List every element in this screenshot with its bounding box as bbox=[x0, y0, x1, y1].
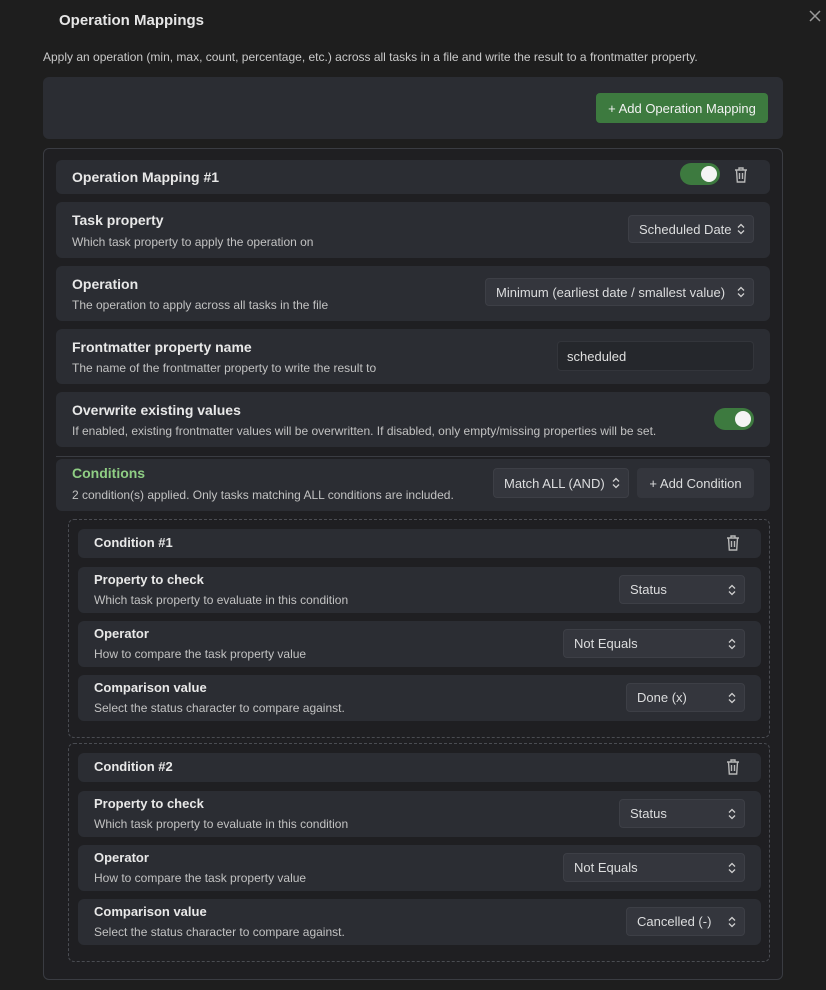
condition-property-label: Property to check bbox=[94, 572, 204, 587]
overwrite-row: Overwrite existing values If enabled, ex… bbox=[56, 392, 770, 447]
trash-icon[interactable] bbox=[725, 534, 741, 551]
add-condition-button[interactable]: + Add Condition bbox=[637, 468, 754, 498]
condition-property-row: Property to check Which task property to… bbox=[78, 567, 761, 613]
overwrite-label: Overwrite existing values bbox=[72, 402, 241, 418]
add-mapping-bar: + Add Operation Mapping bbox=[43, 77, 783, 139]
condition-property-value: Status bbox=[630, 806, 667, 821]
condition-comparison-select[interactable]: Cancelled (-) bbox=[626, 907, 745, 936]
condition-operator-select[interactable]: Not Equals bbox=[563, 629, 745, 658]
match-mode-select[interactable]: Match ALL (AND) bbox=[493, 468, 629, 498]
condition-operator-value: Not Equals bbox=[574, 860, 638, 875]
mapping-title: Operation Mapping #1 bbox=[72, 169, 220, 185]
chevron-updown-icon bbox=[728, 916, 736, 927]
operation-desc: The operation to apply across all tasks … bbox=[72, 298, 329, 312]
condition-operator-row: Operator How to compare the task propert… bbox=[78, 621, 761, 667]
conditions-header: Conditions 2 condition(s) applied. Only … bbox=[56, 459, 770, 511]
frontmatter-desc: The name of the frontmatter property to … bbox=[72, 361, 377, 375]
condition-header: Condition #2 bbox=[78, 753, 761, 782]
chevron-updown-icon bbox=[728, 638, 736, 649]
condition-card: Condition #2 Property to check Which tas… bbox=[68, 743, 770, 962]
condition-property-label: Property to check bbox=[94, 796, 204, 811]
operation-label: Operation bbox=[72, 276, 139, 292]
conditions-title: Conditions bbox=[72, 465, 146, 481]
condition-comparison-row: Comparison value Select the status chara… bbox=[78, 899, 761, 945]
task-property-value: Scheduled Date bbox=[639, 221, 732, 237]
condition-comparison-value: Cancelled (-) bbox=[637, 914, 712, 929]
chevron-updown-icon bbox=[612, 477, 620, 489]
divider bbox=[56, 456, 770, 457]
chevron-updown-icon bbox=[737, 286, 745, 298]
frontmatter-row: Frontmatter property name The name of th… bbox=[56, 329, 770, 384]
condition-property-desc: Which task property to evaluate in this … bbox=[94, 817, 349, 831]
condition-property-value: Status bbox=[630, 582, 667, 597]
modal-title: Operation Mappings bbox=[59, 12, 205, 29]
condition-property-row: Property to check Which task property to… bbox=[78, 791, 761, 837]
overwrite-desc: If enabled, existing frontmatter values … bbox=[72, 424, 657, 438]
condition-property-desc: Which task property to evaluate in this … bbox=[94, 593, 349, 607]
operation-value: Minimum (earliest date / smallest value) bbox=[496, 284, 726, 300]
condition-comparison-label: Comparison value bbox=[94, 680, 207, 695]
toggle-knob bbox=[701, 166, 717, 182]
modal-description: Apply an operation (min, max, count, per… bbox=[43, 50, 698, 64]
condition-operator-row: Operator How to compare the task propert… bbox=[78, 845, 761, 891]
mapping-header: Operation Mapping #1 bbox=[56, 160, 770, 194]
condition-comparison-desc: Select the status character to compare a… bbox=[94, 701, 345, 715]
task-property-row: Task property Which task property to app… bbox=[56, 202, 770, 258]
condition-operator-value: Not Equals bbox=[574, 636, 638, 651]
condition-comparison-value: Done (x) bbox=[637, 690, 687, 705]
match-mode-value: Match ALL (AND) bbox=[504, 475, 605, 491]
chevron-updown-icon bbox=[737, 223, 745, 235]
add-operation-mapping-button[interactable]: + Add Operation Mapping bbox=[596, 93, 768, 123]
conditions-desc: 2 condition(s) applied. Only tasks match… bbox=[72, 488, 454, 502]
task-property-select[interactable]: Scheduled Date bbox=[628, 215, 754, 243]
condition-property-select[interactable]: Status bbox=[619, 799, 745, 828]
condition-comparison-desc: Select the status character to compare a… bbox=[94, 925, 345, 939]
condition-operator-label: Operator bbox=[94, 626, 149, 641]
task-property-label: Task property bbox=[72, 212, 164, 228]
operation-mapping-card: Operation Mapping #1 Task property Which… bbox=[43, 148, 783, 980]
mapping-enabled-toggle[interactable] bbox=[680, 163, 720, 185]
condition-comparison-label: Comparison value bbox=[94, 904, 207, 919]
trash-icon[interactable] bbox=[733, 166, 749, 183]
chevron-updown-icon bbox=[728, 584, 736, 595]
operation-select[interactable]: Minimum (earliest date / smallest value) bbox=[485, 278, 754, 306]
chevron-updown-icon bbox=[728, 692, 736, 703]
operation-row: Operation The operation to apply across … bbox=[56, 266, 770, 321]
frontmatter-input[interactable]: scheduled bbox=[557, 341, 754, 371]
condition-comparison-select[interactable]: Done (x) bbox=[626, 683, 745, 712]
condition-operator-desc: How to compare the task property value bbox=[94, 871, 307, 885]
condition-title: Condition #1 bbox=[94, 535, 173, 550]
trash-icon[interactable] bbox=[725, 758, 741, 775]
condition-comparison-row: Comparison value Select the status chara… bbox=[78, 675, 761, 721]
condition-card: Condition #1 Property to check Which tas… bbox=[68, 519, 770, 738]
overwrite-toggle[interactable] bbox=[714, 408, 754, 430]
task-property-desc: Which task property to apply the operati… bbox=[72, 235, 314, 249]
condition-operator-label: Operator bbox=[94, 850, 149, 865]
toggle-knob bbox=[735, 411, 751, 427]
close-icon[interactable] bbox=[806, 8, 824, 26]
chevron-updown-icon bbox=[728, 862, 736, 873]
condition-title: Condition #2 bbox=[94, 759, 173, 774]
condition-operator-select[interactable]: Not Equals bbox=[563, 853, 745, 882]
frontmatter-label: Frontmatter property name bbox=[72, 339, 252, 355]
chevron-updown-icon bbox=[728, 808, 736, 819]
condition-header: Condition #1 bbox=[78, 529, 761, 558]
condition-operator-desc: How to compare the task property value bbox=[94, 647, 307, 661]
condition-property-select[interactable]: Status bbox=[619, 575, 745, 604]
